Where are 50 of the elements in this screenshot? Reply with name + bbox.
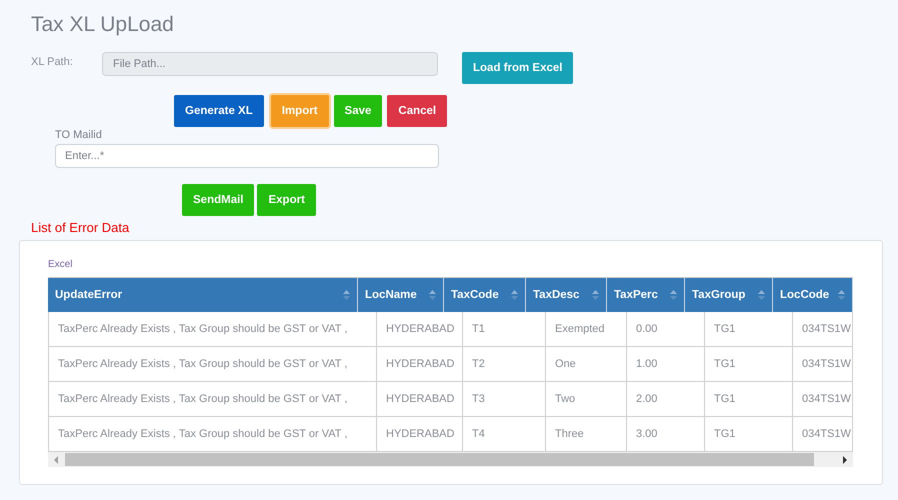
- table-cell: HYDERABAD: [377, 312, 463, 347]
- field-label: TO Mailid: [55, 129, 103, 143]
- table-cell: 034TS1W: [793, 382, 853, 417]
- column-header[interactable]: TaxDesc: [526, 278, 607, 312]
- table-cell: 2.00: [627, 382, 705, 417]
- table-cell: T3: [463, 382, 546, 417]
- sort-icon[interactable]: [838, 290, 845, 300]
- column-header[interactable]: UpdateError: [48, 278, 358, 312]
- table-cell: 1.00: [627, 347, 705, 382]
- load-from-excel-button[interactable]: Load from Excel: [462, 52, 574, 84]
- action-button[interactable]: Generate XL: [174, 95, 264, 127]
- scroll-right-icon[interactable]: [841, 456, 849, 464]
- table-cell: 034TS1W: [793, 347, 853, 382]
- table-caption: Excel: [48, 259, 74, 271]
- table-cell: TG1: [705, 312, 793, 347]
- sort-icon[interactable]: [758, 290, 765, 300]
- table-cell: HYDERABAD: [377, 347, 463, 382]
- action-button[interactable]: Cancel: [387, 95, 448, 127]
- horizontal-scrollbar[interactable]: [48, 452, 853, 467]
- section-heading: List of Error Data: [31, 219, 130, 237]
- sort-icon[interactable]: [670, 290, 677, 300]
- sort-icon[interactable]: [429, 290, 436, 300]
- table-cell: TG1: [705, 347, 793, 382]
- scroll-left-icon[interactable]: [52, 456, 60, 464]
- column-header[interactable]: TaxCode: [444, 278, 526, 312]
- action-button[interactable]: Export: [257, 184, 316, 216]
- table-cell: 034TS1W: [793, 312, 853, 347]
- table-cell: One: [546, 347, 627, 382]
- column-header[interactable]: TaxGroup: [685, 278, 773, 312]
- sort-icon[interactable]: [511, 290, 518, 300]
- table-cell: TaxPerc Already Exists , Tax Group should be GST or VAT ,: [48, 347, 377, 382]
- action-button[interactable]: Save: [334, 95, 382, 127]
- page-title: Tax XL UpLoad: [31, 12, 175, 38]
- field-label: XL Path:: [31, 55, 74, 68]
- column-header[interactable]: LocCode: [773, 278, 853, 312]
- table-cell: TG1: [705, 382, 793, 417]
- action-button[interactable]: SendMail: [182, 184, 254, 216]
- table-cell: T1: [463, 312, 546, 347]
- sort-icon[interactable]: [592, 290, 599, 300]
- email-field[interactable]: Enter...*: [55, 144, 439, 168]
- table-cell: HYDERABAD: [377, 382, 463, 417]
- table-cell: TaxPerc Already Exists , Tax Group should be GST or VAT ,: [48, 312, 377, 347]
- table-cell: 0.00: [627, 312, 705, 347]
- table-cell: TaxPerc Already Exists , Tax Group should be GST or VAT ,: [48, 382, 377, 417]
- table-cell: Two: [546, 382, 627, 417]
- table-cell: T2: [463, 347, 546, 382]
- sort-icon[interactable]: [343, 290, 350, 300]
- column-header[interactable]: TaxPerc: [607, 278, 685, 312]
- table-cell: Exempted: [546, 312, 627, 347]
- column-header[interactable]: LocName: [358, 278, 444, 312]
